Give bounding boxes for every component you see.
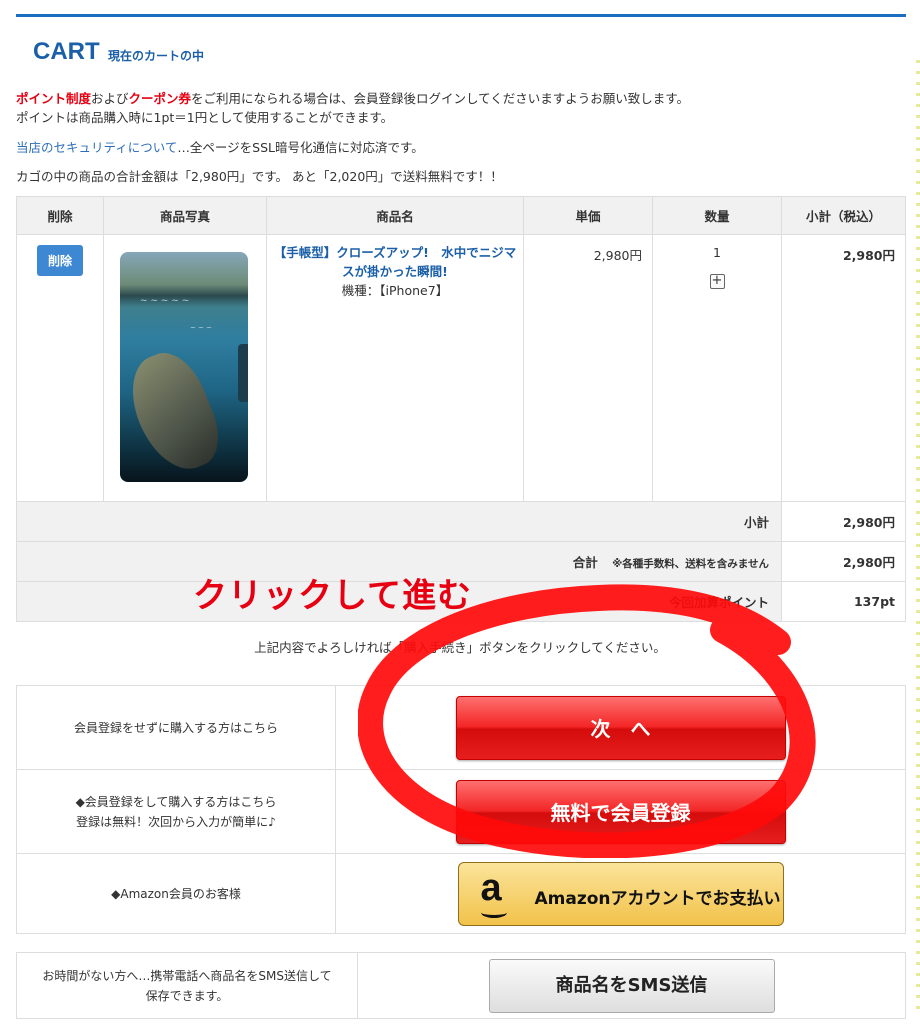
delete-button[interactable]: 削除 — [36, 245, 83, 276]
security-link[interactable]: 当店のセキュリティについて — [16, 140, 177, 155]
amazon-pay-label: Amazonアカウントでお支払い — [534, 888, 781, 909]
sms-label-line2: 保存できます。 — [145, 988, 229, 1003]
cart-total-message: カゴの中の商品の合計金額は「2,980円」です。 あと「2,020円」で送料無料… — [16, 169, 503, 184]
register-label-line1: ◆会員登録をして購入する方はこちら — [75, 794, 277, 809]
coupon-text: クーポン券 — [128, 91, 192, 106]
total-value: 2,980円 — [781, 541, 906, 582]
amazon-smile-icon — [480, 907, 507, 918]
product-name-link[interactable]: 【手帳型】クローズアップ! 水中でニジマスが掛かった瞬間! — [273, 243, 517, 281]
fish-shape — [120, 342, 230, 482]
header-name: 商品名 — [266, 196, 524, 235]
amazon-row: ◆Amazon会員のお客様 a Amazonアカウントでお支払い — [16, 853, 906, 934]
page-subtitle: 現在のカートの中 — [108, 49, 205, 63]
sms-label: お時間がない方へ…携帯電話へ商品名をSMS送信して 保存できます。 — [16, 952, 358, 1019]
register-label-line2: 登録は無料！次回から入力が簡単に♪ — [76, 814, 276, 829]
quantity-value: 1 — [713, 245, 721, 260]
subtotal-label: 小計 — [16, 501, 782, 542]
top-divider — [16, 14, 906, 17]
header-delete: 削除 — [16, 196, 104, 235]
notice-line-2: ポイントは商品購入時に1pt＝1円として使用することができます。 — [16, 110, 394, 125]
notice-rest: をご利用になられる場合は、会員登録後ログインしてくださいますようお願い致します。 — [191, 91, 690, 106]
cart-header-row: 削除 商品写真 商品名 単価 数量 小計（税込） — [16, 196, 906, 235]
security-text: …全ページをSSL暗号化通信に対応済です。 — [177, 140, 424, 155]
amazon-logo-icon: a — [480, 866, 502, 909]
security-notice: 当店のセキュリティについて…全ページをSSL暗号化通信に対応済です。 — [16, 137, 424, 156]
amazon-button-cell: a Amazonアカウントでお支払い — [335, 853, 906, 934]
guest-label: 会員登録をせずに購入する方はこちら — [16, 685, 336, 770]
sms-button-cell: 商品名をSMS送信 — [357, 952, 906, 1019]
sms-section: お時間がない方へ…携帯電話へ商品名をSMS送信して 保存できます。 商品名をSM… — [16, 952, 906, 1019]
total-label: 合計 — [572, 555, 598, 570]
header-photo: 商品写真 — [103, 196, 267, 235]
sms-label-line1: お時間がない方へ…携帯電話へ商品名をSMS送信して — [42, 968, 332, 983]
product-model: 機種：【iPhone7】 — [341, 283, 449, 298]
sms-row: お時間がない方へ…携帯電話へ商品名をSMS送信して 保存できます。 商品名をSM… — [16, 952, 906, 1019]
header-qty: 数量 — [652, 196, 782, 235]
case-clasp — [238, 344, 248, 402]
sms-send-button[interactable]: 商品名をSMS送信 — [488, 958, 775, 1013]
unit-price: 2,980円 — [523, 234, 653, 502]
header-price: 単価 — [523, 196, 653, 235]
decorative-edge — [916, 60, 920, 1010]
point-system-text: ポイント制度 — [16, 91, 92, 106]
product-image: ~ ~ ~ ~ ~ ~ ~ ~ — [120, 252, 248, 482]
total-note: ※各種手数料、送料を含みません — [612, 558, 769, 570]
notice-line-1: ポイント制度およびクーポン券をご利用になられる場合は、会員登録後ログインしてくだ… — [16, 88, 689, 107]
item-subtotal: 2,980円 — [781, 234, 906, 502]
image-script-decoration: ~ ~ ~ ~ ~ — [140, 296, 190, 306]
image-script-decoration-2: ~ ~ ~ — [190, 324, 213, 332]
red-circle-annotation — [358, 584, 816, 858]
amazon-label: ◆Amazon会員のお客様 — [16, 853, 336, 934]
subtotal-value: 2,980円 — [781, 501, 906, 542]
name-cell: 【手帳型】クローズアップ! 水中でニジマスが掛かった瞬間! 機種：【iPhone… — [266, 234, 524, 502]
amazon-pay-button[interactable]: a Amazonアカウントでお支払い — [457, 861, 784, 926]
notice-and: および — [91, 91, 129, 106]
register-label: ◆会員登録をして購入する方はこちら 登録は無料！次回から入力が簡単に♪ — [16, 769, 336, 854]
qty-cell: 1 + — [652, 234, 782, 502]
page-title: CART — [33, 38, 100, 65]
plus-icon[interactable]: + — [709, 274, 725, 289]
header-subtotal: 小計（税込） — [781, 196, 906, 235]
summary-subtotal-row: 小計 2,980円 — [16, 501, 906, 542]
delete-cell: 削除 — [16, 234, 104, 502]
